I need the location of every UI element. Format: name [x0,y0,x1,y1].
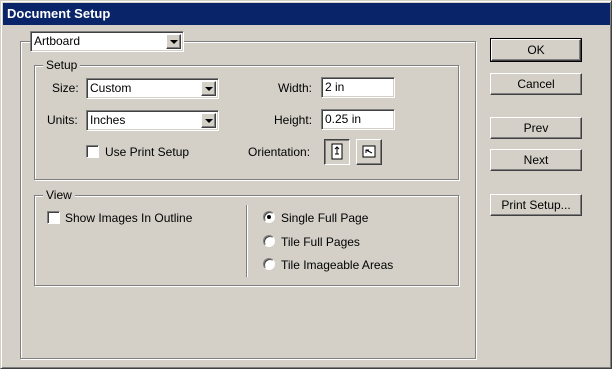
width-field[interactable]: 2 in [321,77,395,98]
orientation-label: Orientation: [248,145,311,159]
prev-button[interactable]: Prev [490,117,582,139]
view-divider [246,205,248,277]
units-select-value: Inches [90,113,126,127]
width-label: Width: [278,81,313,95]
print-setup-button[interactable]: Print Setup... [490,194,582,216]
height-label: Height: [274,113,313,127]
show-images-label[interactable]: Show Images In Outline [65,211,192,225]
height-field[interactable]: 0.25 in [321,109,395,130]
artboard-select[interactable]: Artboard [30,31,184,52]
show-images-checkbox[interactable] [47,211,60,224]
size-select-value: Custom [90,81,132,95]
document-setup-dialog: Document Setup Artboard Setup Size: Cust… [0,0,612,369]
units-select[interactable]: Inches [86,110,219,131]
view-group-label: View [43,188,75,202]
single-full-page-label[interactable]: Single Full Page [281,211,368,225]
tile-full-pages-radio[interactable] [263,235,275,247]
tile-imageable-areas-label[interactable]: Tile Imageable Areas [281,258,393,272]
next-button[interactable]: Next [490,149,582,171]
units-label: Units: [47,113,78,127]
dialog-title: Document Setup [3,3,610,25]
use-print-setup-checkbox[interactable] [86,145,99,158]
setup-group-label: Setup [43,58,81,72]
single-full-page-radio[interactable] [263,211,275,223]
ok-button[interactable]: OK [490,38,582,62]
tile-imageable-areas-radio[interactable] [263,258,275,270]
cancel-button[interactable]: Cancel [490,73,582,95]
landscape-orientation-button[interactable] [356,139,382,165]
size-label: Size: [52,81,79,95]
portrait-orientation-button[interactable] [324,139,350,165]
chevron-down-icon[interactable] [201,81,216,96]
artboard-select-value: Artboard [34,34,81,48]
portrait-icon [331,143,343,160]
chevron-down-icon[interactable] [166,34,181,49]
landscape-icon [362,145,376,158]
size-select[interactable]: Custom [86,78,219,99]
use-print-setup-label[interactable]: Use Print Setup [105,145,189,159]
chevron-down-icon[interactable] [201,113,216,128]
tile-full-pages-label[interactable]: Tile Full Pages [281,235,360,249]
